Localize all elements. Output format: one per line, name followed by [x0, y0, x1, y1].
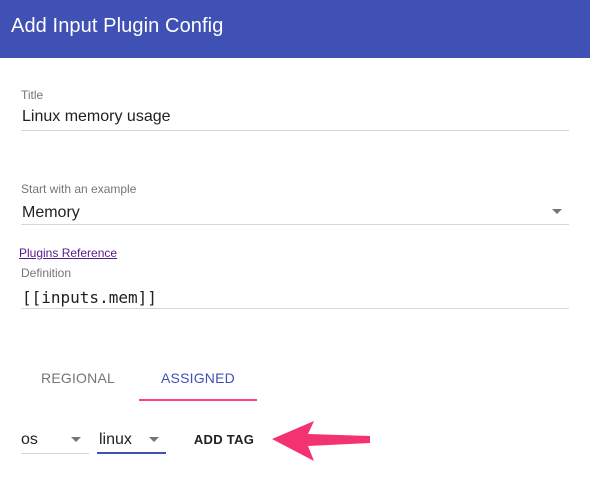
definition-field-label: Definition	[21, 266, 72, 280]
active-tab-indicator	[139, 399, 257, 401]
tag-key-value: os	[21, 431, 38, 448]
tab-regional[interactable]: REGIONAL	[19, 360, 137, 400]
pointer-arrow-icon	[272, 421, 370, 461]
chevron-down-icon[interactable]	[552, 209, 562, 214]
example-select-underline	[21, 224, 569, 225]
tab-assigned[interactable]: ASSIGNED	[139, 360, 257, 400]
example-select-label: Start with an example	[21, 182, 137, 196]
title-field-label: Title	[21, 88, 44, 102]
definition-editor[interactable]: [[inputs.mem]]	[22, 288, 157, 307]
chevron-down-icon[interactable]	[149, 437, 159, 442]
dialog-title: Add Input Plugin Config	[11, 15, 224, 37]
chevron-down-icon[interactable]	[71, 437, 81, 442]
tag-value-select[interactable]: linux	[97, 428, 166, 454]
dialog-header: Add Input Plugin Config	[0, 0, 590, 58]
tag-key-underline	[21, 453, 89, 454]
add-tag-button[interactable]: ADD TAG	[182, 424, 266, 456]
tag-key-select[interactable]: os	[21, 428, 89, 454]
example-select-value[interactable]: Memory	[22, 204, 80, 222]
plugins-reference-link[interactable]: Plugins Reference	[19, 246, 117, 260]
definition-field-underline	[21, 308, 569, 309]
title-field-underline	[21, 130, 569, 131]
title-field[interactable]: Title Linux memory usage	[21, 88, 569, 132]
title-field-input[interactable]: Linux memory usage	[22, 108, 171, 126]
example-select[interactable]: Start with an example Memory	[21, 182, 569, 226]
tag-value-value: linux	[99, 431, 132, 448]
tag-value-underline	[97, 452, 166, 454]
definition-field[interactable]: Definition [[inputs.mem]]	[21, 266, 569, 310]
